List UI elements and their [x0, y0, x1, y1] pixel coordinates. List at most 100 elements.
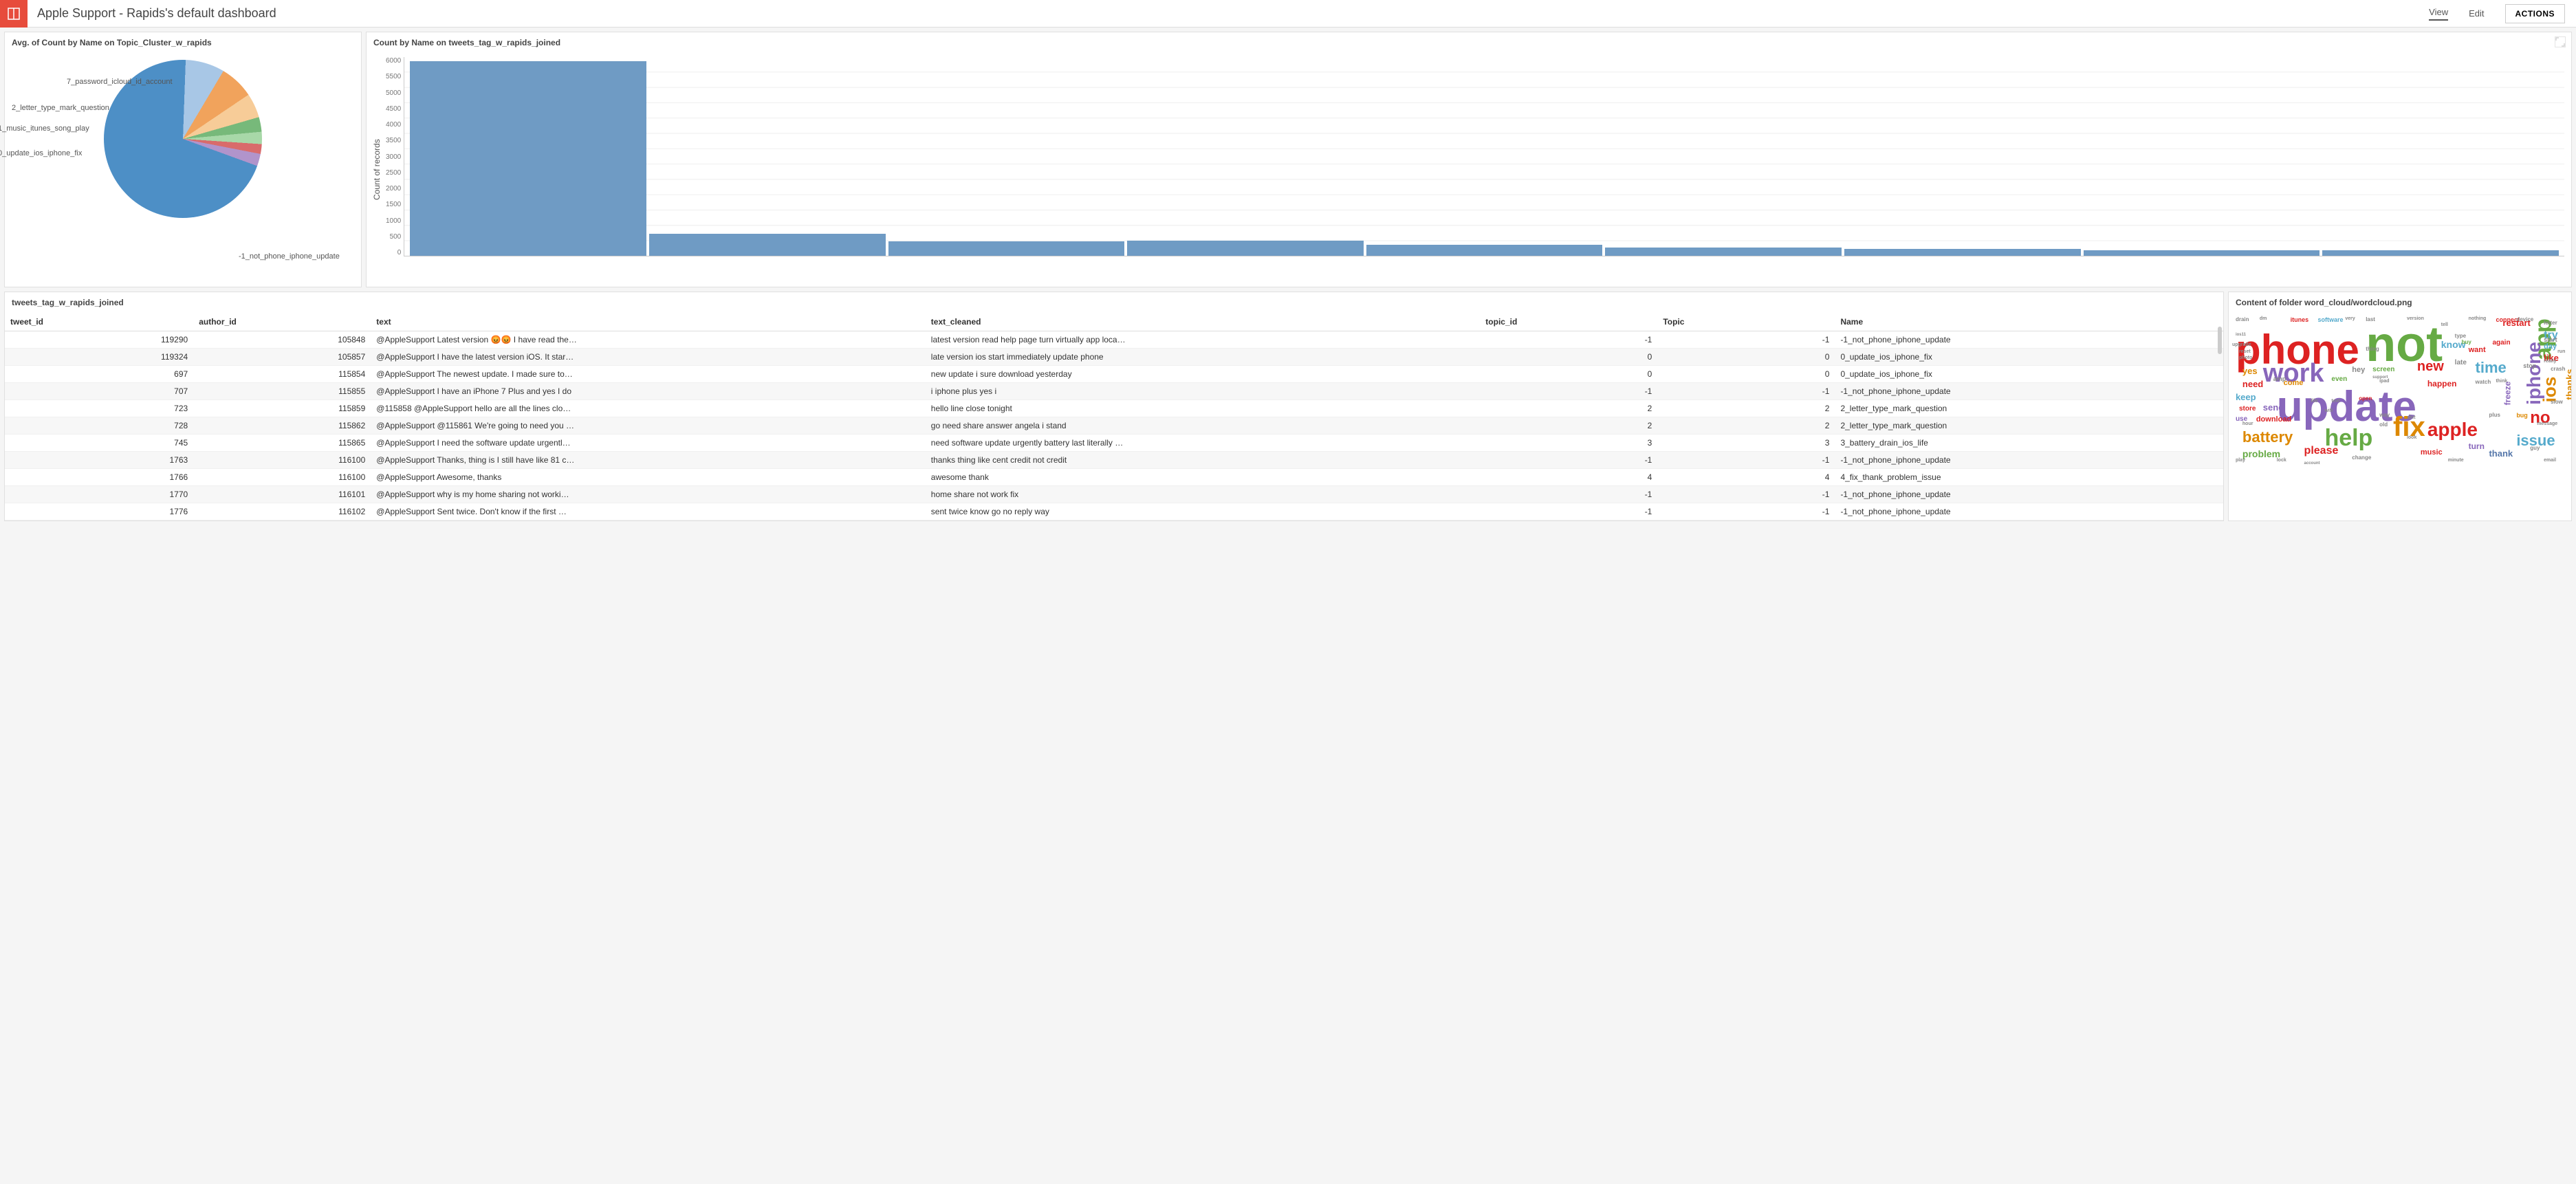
bar[interactable] — [2084, 250, 2320, 256]
wordcloud-word: thank — [2489, 448, 2513, 459]
wordcloud-word: upgrade — [2232, 342, 2251, 347]
table-cell: 723 — [5, 400, 193, 417]
bar[interactable] — [649, 234, 886, 256]
wordcloud-word: again — [2492, 339, 2510, 347]
wordcloud-word: turn — [2469, 441, 2485, 451]
table-row[interactable]: 697115854@AppleSupport The newest update… — [5, 366, 2223, 383]
table-cell: @AppleSupport @115861 We're going to nee… — [371, 417, 926, 435]
wordcloud-word: version — [2407, 316, 2424, 321]
data-table[interactable]: tweet_idauthor_idtexttext_cleanedtopic_i… — [5, 313, 2223, 520]
y-axis-label: Count of records — [371, 57, 383, 283]
wordcloud-word: really — [2544, 359, 2556, 364]
table-cell: 115855 — [193, 383, 371, 400]
wordcloud-word: look — [2407, 435, 2416, 440]
column-header[interactable]: Topic — [1657, 313, 1835, 331]
table-row[interactable]: 707115855@AppleSupport I have an iPhone … — [5, 383, 2223, 400]
table-row[interactable]: 723115859@115858 @AppleSupport hello are… — [5, 400, 2223, 417]
tab-edit[interactable]: Edit — [2469, 8, 2484, 19]
table-cell: 4 — [1480, 469, 1657, 486]
app-header: Apple Support - Rapids's default dashboa… — [0, 0, 2576, 28]
table-row[interactable]: 728115862@AppleSupport @115861 We're goi… — [5, 417, 2223, 435]
table-cell: @AppleSupport The newest update. I made … — [371, 366, 926, 383]
wordcloud-word: store — [2239, 405, 2256, 413]
table-cell: 3 — [1657, 435, 1835, 452]
table-cell: latest version read help page turn virtu… — [926, 331, 1481, 349]
wordcloud-word: download — [2256, 415, 2291, 424]
wordcloud-word: letter — [2544, 320, 2557, 326]
table-cell: 2 — [1480, 400, 1657, 417]
wordcloud-word: minute — [2448, 458, 2464, 463]
column-header[interactable]: text_cleaned — [926, 313, 1481, 331]
bar-plot-area[interactable] — [404, 57, 2564, 256]
table-cell: -1 — [1480, 452, 1657, 469]
table-row[interactable]: 1770116101@AppleSupport why is my home s… — [5, 486, 2223, 503]
wordcloud-word: account — [2304, 461, 2320, 465]
column-header[interactable]: tweet_id — [5, 313, 193, 331]
wordcloud-image: phonenotupdateworkhelpfixappleappiphonei… — [2229, 313, 2571, 478]
wordcloud-word: plus — [2489, 412, 2500, 418]
table-cell: 0 — [1480, 349, 1657, 366]
panel-title: Content of folder word_cloud/wordcloud.p… — [2229, 292, 2571, 313]
wordcloud-word: shit — [2407, 415, 2415, 420]
table-cell: 105848 — [193, 331, 371, 349]
table-cell: @AppleSupport I have the latest version … — [371, 349, 926, 366]
table-row[interactable]: 1766116100@AppleSupport Awesome, thanksa… — [5, 469, 2223, 486]
tab-view[interactable]: View — [2429, 7, 2448, 21]
table-cell: 0_update_ios_iphone_fix — [1835, 366, 2223, 383]
table-cell: 1763 — [5, 452, 193, 469]
table-row[interactable]: 1763116100@AppleSupport Thanks, thing is… — [5, 452, 2223, 469]
panel-table: tweets_tag_w_rapids_joined tweet_idautho… — [4, 292, 2224, 521]
wordcloud-word: way — [2379, 412, 2390, 418]
expand-icon[interactable] — [2555, 36, 2566, 47]
column-header[interactable]: Name — [1835, 313, 2223, 331]
table-cell: -1 — [1480, 486, 1657, 503]
table-row[interactable]: 119324105857@AppleSupport I have the lat… — [5, 349, 2223, 366]
table-cell: 116100 — [193, 469, 371, 486]
wordcloud-word: yes — [2242, 366, 2258, 376]
wordcloud-word: think — [2496, 379, 2507, 384]
bar[interactable] — [410, 61, 646, 256]
table-cell: -1 — [1480, 503, 1657, 520]
wordcloud-word: crash — [2551, 366, 2565, 372]
column-header[interactable]: author_id — [193, 313, 371, 331]
wordcloud-word: software — [2317, 316, 2343, 323]
table-cell: 697 — [5, 366, 193, 383]
wordcloud-word: text — [2331, 399, 2339, 404]
table-cell: 2_letter_type_mark_question — [1835, 417, 2223, 435]
table-cell: 105857 — [193, 349, 371, 366]
table-cell: 115862 — [193, 417, 371, 435]
panel-title: Avg. of Count by Name on Topic_Cluster_w… — [5, 32, 361, 53]
table-row[interactable]: 1776116102@AppleSupport Sent twice. Don'… — [5, 503, 2223, 520]
wordcloud-word: need — [2242, 379, 2263, 389]
wordcloud-word: thanks — [2564, 369, 2571, 399]
table-cell: thanks thing like cent credit not credit — [926, 452, 1481, 469]
column-header[interactable]: text — [371, 313, 926, 331]
table-row[interactable]: 745115865@AppleSupport I need the softwa… — [5, 435, 2223, 452]
actions-button[interactable]: ACTIONS — [2505, 4, 2566, 23]
wordcloud-word: hour — [2242, 421, 2253, 426]
table-cell: -1 — [1657, 486, 1835, 503]
wordcloud-word: thing — [2366, 346, 2379, 352]
bar[interactable] — [2322, 250, 2559, 256]
table-row[interactable]: 119290105848@AppleSupport Latest version… — [5, 331, 2223, 349]
wordcloud-word: type — [2455, 333, 2466, 339]
table-cell: home share not work fix — [926, 486, 1481, 503]
wordcloud-word: bug — [2516, 412, 2528, 419]
table-cell: 119290 — [5, 331, 193, 349]
scrollbar-thumb[interactable] — [2218, 327, 2222, 354]
table-cell: -1 — [1657, 331, 1835, 349]
table-cell: -1 — [1657, 452, 1835, 469]
wordcloud-word: file — [2311, 399, 2318, 404]
wordcloud-word: drain — [2236, 316, 2249, 322]
table-cell: 116101 — [193, 486, 371, 503]
table-cell: 2 — [1480, 417, 1657, 435]
table-cell: -1_not_phone_iphone_update — [1835, 383, 2223, 400]
table-cell: 116100 — [193, 452, 371, 469]
wordcloud-word: buy — [2462, 339, 2471, 345]
app-logo-icon[interactable] — [0, 0, 28, 28]
pie-slice-label: -1_not_phone_iphone_update — [239, 252, 340, 261]
column-header[interactable]: topic_id — [1480, 313, 1657, 331]
table-cell: -1 — [1480, 383, 1657, 400]
table-cell: @AppleSupport I need the software update… — [371, 435, 926, 452]
wordcloud-word: support — [2372, 375, 2388, 380]
